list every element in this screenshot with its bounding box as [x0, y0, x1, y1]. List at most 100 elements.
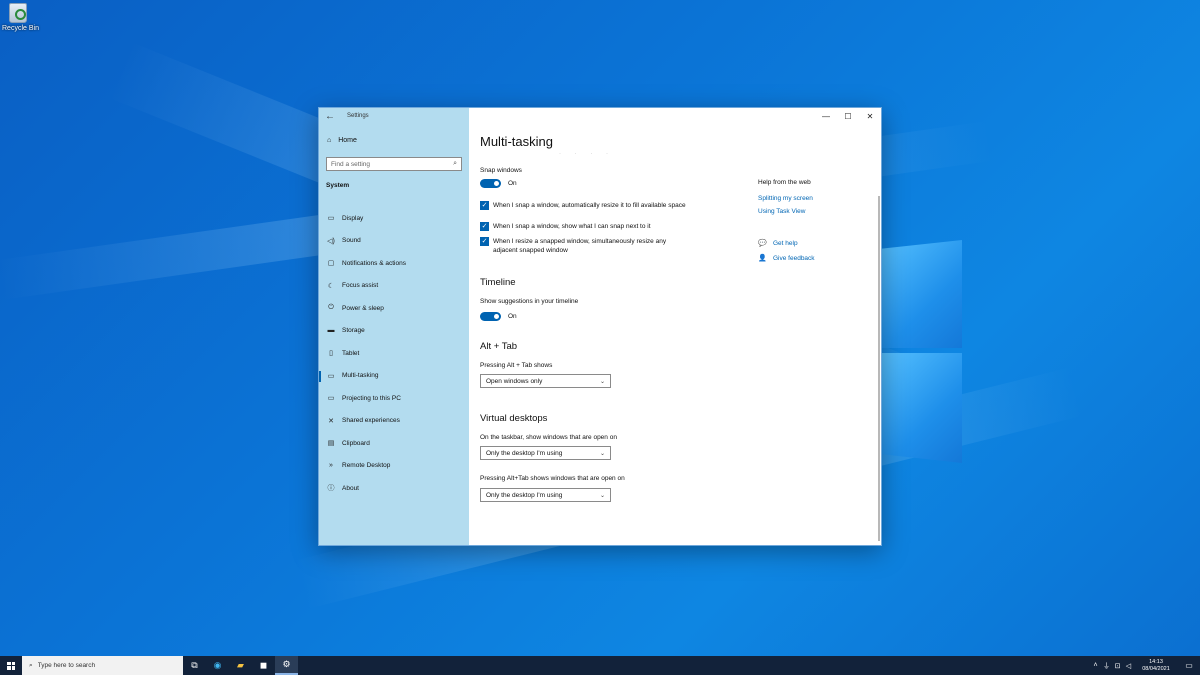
file-explorer-icon: ▰	[237, 660, 244, 670]
settings-search-box[interactable]: ⌕	[326, 157, 462, 171]
system-tray: ˄ ⏚ ⊡ ◁ 14:13 08/04/2021 ▭	[1090, 656, 1200, 675]
taskbar-windows-label: On the taskbar, show windows that are op…	[480, 434, 617, 441]
toggle-state: On	[508, 313, 517, 320]
tablet-icon: ▯	[329, 350, 333, 358]
minimize-button[interactable]: —	[815, 108, 837, 124]
resize-adjacent-checkbox[interactable]: ✓	[480, 237, 489, 246]
home-icon: ⌂	[327, 137, 332, 144]
clock-date: 08/04/2021	[1142, 665, 1170, 672]
settings-taskbar-button[interactable]: ⚙	[275, 656, 298, 675]
sidebar-item-multitasking[interactable]: ▭ Multi-tasking	[319, 365, 469, 388]
sidebar-item-storage[interactable]: ▬ Storage	[319, 320, 469, 343]
get-help-link[interactable]: 💬 Get help	[758, 239, 798, 248]
sidebar-item-tablet[interactable]: ▯ Tablet	[319, 342, 469, 365]
chevron-down-icon: ⌄	[599, 450, 605, 457]
edge-icon: ◉	[213, 660, 222, 670]
sidebar-item-notifications[interactable]: ▢ Notifications & actions	[319, 252, 469, 275]
power-icon: ⏻	[328, 304, 334, 312]
home-link[interactable]: ⌂ Home	[327, 137, 357, 144]
sidebar-item-power-sleep[interactable]: ⏻ Power & sleep	[319, 297, 469, 320]
toggle-state: On	[508, 180, 517, 187]
sidebar-item-label: Multi-tasking	[342, 372, 379, 380]
sidebar-item-sound[interactable]: ◁) Sound	[319, 230, 469, 253]
checkbox-label: When I resize a snapped window, simultan…	[493, 238, 667, 254]
maximize-button[interactable]: ☐	[837, 108, 859, 124]
sidebar-item-label: Focus assist	[342, 282, 379, 290]
recycle-bin-desktop-icon[interactable]: Recycle Bin	[2, 3, 39, 32]
splitting-screen-link[interactable]: Splitting my screen	[758, 195, 813, 202]
title-bar: ← Settings	[319, 108, 469, 124]
alttab-desktops-dropdown[interactable]: Only the desktop I'm using ⌄	[480, 488, 611, 502]
sidebar-item-label: Storage	[342, 327, 365, 335]
section-label: System	[326, 182, 350, 189]
sidebar-item-about[interactable]: ⓘ About	[319, 477, 469, 500]
give-feedback-link[interactable]: 👤 Give feedback	[758, 254, 815, 263]
sidebar-item-label: Notifications & actions	[342, 259, 406, 267]
notifications-icon: ▢	[327, 260, 335, 268]
sidebar-item-label: Clipboard	[342, 439, 370, 447]
timeline-suggestions-toggle[interactable]	[480, 312, 501, 321]
store-button[interactable]: ◼	[252, 656, 275, 675]
network-icon[interactable]: ⊡	[1112, 662, 1123, 670]
search-icon: ⌕	[29, 661, 33, 669]
snap-windows-toggle[interactable]	[480, 179, 501, 188]
volume-icon[interactable]: ◁	[1123, 662, 1134, 670]
checkbox-label: When I snap a window, show what I can sn…	[493, 223, 651, 230]
window-title: Settings	[347, 113, 369, 119]
windows-logo-pane	[882, 240, 962, 348]
edge-button[interactable]: ◉	[206, 656, 229, 675]
autoresize-checkbox[interactable]: ✓	[480, 201, 489, 210]
task-view-link[interactable]: Using Task View	[758, 208, 805, 215]
power-plug-icon[interactable]: ⏚	[1101, 661, 1112, 671]
notification-icon: ▭	[1185, 661, 1193, 670]
settings-sidebar: ← Settings ⌂ Home ⌕ System ▭ Display ◁) So…	[319, 108, 469, 545]
windows-logo-pane	[882, 353, 962, 463]
dropdown-value: Only the desktop I'm using	[486, 491, 563, 499]
sidebar-item-label: About	[342, 484, 359, 492]
show-next-checkbox[interactable]: ✓	[480, 222, 489, 231]
settings-search-input[interactable]	[331, 160, 441, 168]
taskbar: ⌕ ⧉ ◉ ▰ ◼ ⚙ ˄ ⏚ ⊡ ◁ 14:13 08/04/2021 ▭	[0, 656, 1200, 675]
start-button[interactable]	[0, 656, 22, 675]
help-from-web-title: Help from the web	[758, 179, 811, 186]
sidebar-item-display[interactable]: ▭ Display	[319, 207, 469, 230]
clock-time: 14:13	[1149, 658, 1163, 665]
back-arrow-icon: ←	[325, 110, 335, 122]
scroll-hint-dots: · · · ·	[559, 151, 614, 157]
sidebar-item-label: Remote Desktop	[342, 462, 391, 470]
task-view-button[interactable]: ⧉	[183, 656, 206, 675]
sidebar-item-remote-desktop[interactable]: » Remote Desktop	[319, 455, 469, 478]
sidebar-item-clipboard[interactable]: ▤ Clipboard	[319, 432, 469, 455]
store-icon: ◼	[259, 660, 268, 670]
sidebar-item-focus-assist[interactable]: ☾ Focus assist	[319, 275, 469, 298]
taskbar-clock[interactable]: 14:13 08/04/2021	[1134, 659, 1178, 673]
file-explorer-button[interactable]: ▰	[229, 656, 252, 675]
taskbar-search-input[interactable]	[37, 662, 168, 669]
close-button[interactable]: ✕	[859, 108, 881, 124]
search-icon[interactable]: ⌕	[453, 160, 457, 168]
scrollbar[interactable]	[878, 196, 880, 541]
sidebar-item-projecting[interactable]: ▭ Projecting to this PC	[319, 387, 469, 410]
get-help-label: Get help	[773, 239, 798, 247]
back-button[interactable]: ←	[319, 108, 341, 124]
sidebar-nav: ▭ Display ◁) Sound ▢ Notifications & action…	[319, 207, 469, 500]
close-icon: ✕	[866, 111, 874, 121]
moon-icon: ☾	[327, 282, 335, 290]
checkmark-icon: ✓	[481, 202, 488, 209]
sidebar-item-shared-experiences[interactable]: ✕ Shared experiences	[319, 410, 469, 433]
sidebar-item-label: Projecting to this PC	[342, 394, 401, 402]
alt-tab-dropdown[interactable]: Open windows only ⌄	[480, 374, 611, 388]
chevron-up-icon[interactable]: ˄	[1090, 662, 1101, 669]
snap-option-autoresize: ✓ When I snap a window, automatically re…	[480, 201, 690, 210]
taskbar-windows-dropdown[interactable]: Only the desktop I'm using ⌄	[480, 446, 611, 460]
checkbox-label: When I snap a window, automatically resi…	[493, 202, 686, 209]
window-controls: — ☐ ✕	[815, 108, 881, 124]
snap-option-resize-adjacent: ✓ When I resize a snapped window, simult…	[480, 237, 690, 255]
sidebar-item-label: Display	[342, 214, 364, 222]
settings-icon: ⚙	[282, 659, 291, 669]
taskbar-search-box[interactable]: ⌕	[22, 656, 183, 675]
dropdown-value: Only the desktop I'm using	[486, 449, 563, 457]
action-center-button[interactable]: ▭	[1178, 656, 1200, 675]
remote-desktop-icon: »	[329, 462, 333, 470]
task-view-icon: ⧉	[191, 660, 198, 670]
